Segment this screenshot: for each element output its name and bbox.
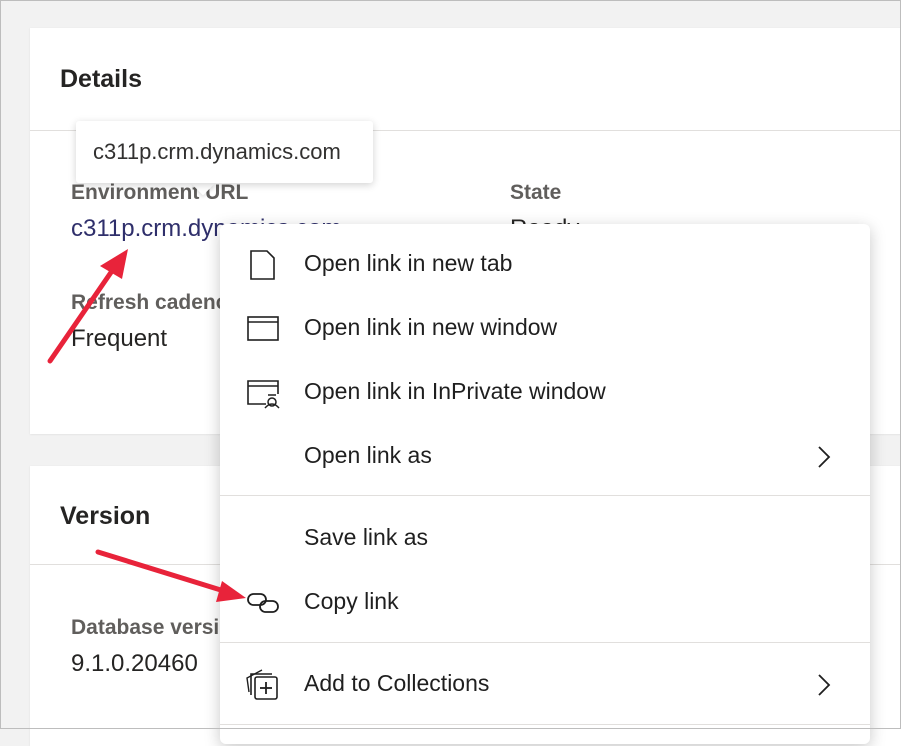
database-version-label: Database version: [71, 616, 245, 639]
menu-separator: [220, 724, 870, 725]
menu-separator: [220, 642, 870, 643]
menu-item-save-link-as[interactable]: Save link as: [220, 508, 870, 568]
refresh-cadence-value: Frequent: [71, 325, 168, 352]
environment-url-label: Environment URL: [71, 181, 249, 204]
version-title: Version: [60, 502, 151, 530]
database-version-value: 9.1.0.20460: [71, 650, 198, 677]
menu-item-label: Open link as: [304, 442, 432, 468]
menu-item-open-link-as[interactable]: Open link as: [220, 426, 870, 486]
new-tab-icon: [250, 250, 275, 280]
menu-item-label: Open link in new window: [304, 314, 558, 340]
tooltip-text: c311p.crm.dynamics.com: [93, 139, 341, 164]
menu-item-open-inprivate[interactable]: Open link in InPrivate window: [220, 362, 870, 422]
inprivate-window-icon: [247, 380, 280, 409]
chevron-right-icon: [818, 674, 831, 696]
menu-item-label: Save link as: [304, 524, 429, 550]
new-window-icon: [247, 316, 279, 341]
refresh-cadence-label: Refresh cadence: [71, 291, 240, 314]
menu-item-label: Open link in new tab: [304, 250, 513, 276]
state-label: State: [510, 181, 562, 204]
details-title: Details: [60, 65, 142, 93]
menu-item-open-new-tab[interactable]: Open link in new tab: [220, 234, 870, 294]
menu-item-open-new-window[interactable]: Open link in new window: [220, 298, 870, 358]
menu-item-copy-link[interactable]: Copy link: [220, 572, 870, 632]
menu-item-label: Add to Collections: [304, 670, 490, 696]
add-to-collections-icon: [246, 669, 278, 700]
link-context-menu: Open link in new tab Open link in new wi…: [220, 224, 870, 744]
menu-separator: [220, 495, 870, 496]
copy-link-icon: [247, 593, 279, 613]
menu-item-label: Copy link: [304, 588, 399, 614]
url-tooltip: c311p.crm.dynamics.com: [76, 121, 373, 183]
menu-item-label: Open link in InPrivate window: [304, 378, 606, 404]
menu-item-add-to-collections[interactable]: Add to Collections: [220, 654, 870, 714]
chevron-right-icon: [818, 446, 831, 468]
